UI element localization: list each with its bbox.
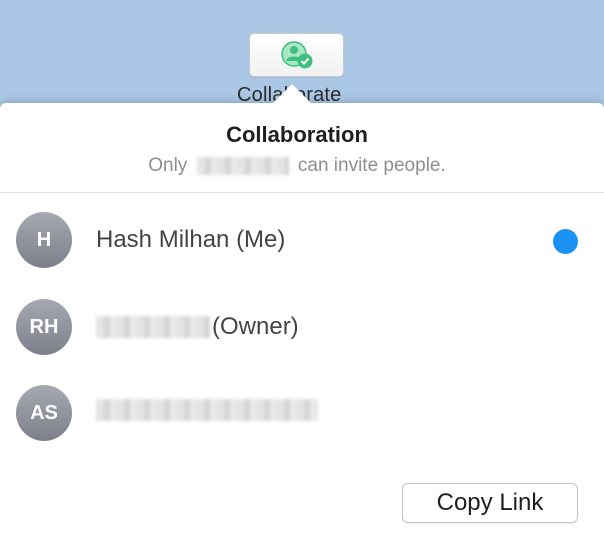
participant-name-text: Hash Milhan (Me) bbox=[96, 226, 286, 253]
participant-role: (Owner) bbox=[212, 313, 299, 340]
subtitle-prefix: Only bbox=[148, 155, 188, 176]
copy-link-button[interactable]: Copy Link bbox=[402, 483, 578, 523]
redacted-owner-name bbox=[196, 156, 289, 175]
avatar: H bbox=[16, 212, 72, 268]
participant-row[interactable]: AS bbox=[0, 379, 604, 449]
avatar: AS bbox=[16, 385, 72, 441]
participant-name: Hash Milhan (Me) bbox=[96, 226, 285, 254]
collaborate-toolbar-button[interactable] bbox=[249, 33, 344, 77]
participant-name bbox=[96, 399, 318, 421]
avatar: RH bbox=[16, 299, 72, 355]
popover-subtitle: Only can invite people. bbox=[0, 155, 594, 177]
subtitle-suffix: can invite people. bbox=[297, 155, 446, 176]
redacted-participant-name bbox=[96, 316, 210, 338]
collaboration-popover: Collaboration Only can invite people. H … bbox=[0, 103, 604, 546]
participant-row[interactable]: H Hash Milhan (Me) bbox=[0, 206, 604, 276]
participant-row[interactable]: RH (Owner) bbox=[0, 293, 604, 363]
online-status-indicator bbox=[553, 229, 578, 254]
popover-header: Collaboration Only can invite people. bbox=[0, 103, 604, 193]
popover-arrow bbox=[272, 84, 312, 104]
participant-name: (Owner) bbox=[96, 313, 299, 341]
window-background: Collaborate Collaboration Only can invit… bbox=[0, 0, 604, 546]
popover-title: Collaboration bbox=[226, 122, 368, 147]
redacted-participant-name bbox=[96, 399, 318, 421]
collaborate-icon bbox=[280, 40, 314, 70]
